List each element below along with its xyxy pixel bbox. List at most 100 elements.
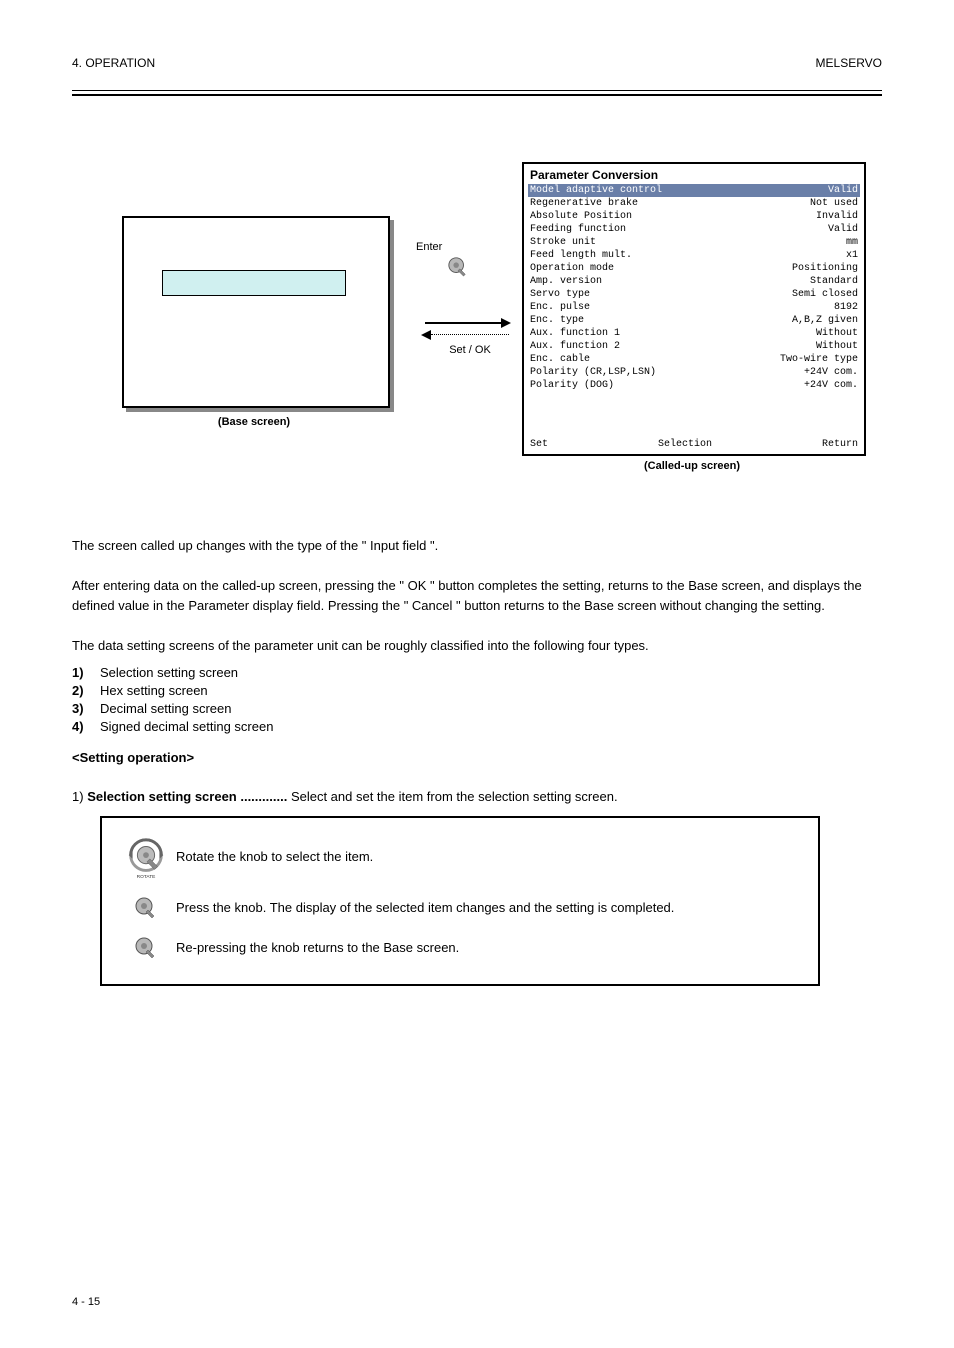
footer-set: Set <box>530 439 548 450</box>
step-rest: Select and set the item from the selecti… <box>291 789 618 804</box>
bullet-item: 1)Selection setting screen <box>72 665 882 680</box>
header-right: MELSERVO <box>816 56 882 70</box>
bullet-item: 2)Hex setting screen <box>72 683 882 698</box>
bullet-label: 1) <box>72 665 100 680</box>
para-1: The screen called up changes with the ty… <box>72 536 882 556</box>
row-name: Enc. cable <box>530 354 590 365</box>
bullet-item: 4)Signed decimal setting screen <box>72 719 882 734</box>
row-value: 8192 <box>834 302 858 313</box>
page: 4. OPERATION MELSERVO (Base screen) Ente… <box>0 0 954 1348</box>
called-screen-row: Stroke unit mm <box>524 236 864 249</box>
row-name: Polarity (CR,LSP,LSN) <box>530 367 656 378</box>
procedure-row-3: Re-pressing the knob returns to the Base… <box>116 936 804 960</box>
called-screen-row: Amp. version Standard <box>524 275 864 288</box>
bullet-text: Hex setting screen <box>100 683 208 698</box>
row-name: Enc. pulse <box>530 302 590 313</box>
header-rule <box>72 90 882 96</box>
knob-press-icon <box>447 256 469 278</box>
svg-text:ROTATE: ROTATE <box>137 874 156 880</box>
row-value: +24V com. <box>804 380 858 391</box>
row-value: Not used <box>810 198 858 209</box>
arrow-left-icon <box>431 334 509 335</box>
base-screen-box <box>122 216 390 408</box>
called-screen-row: Polarity (DOG) +24V com. <box>524 379 864 392</box>
bullet-label: 4) <box>72 719 100 734</box>
row-value: Two-wire type <box>780 354 858 365</box>
row-value: Invalid <box>816 211 858 222</box>
called-screen-row: Model adaptive control Valid <box>528 184 860 197</box>
bullet-list: 1)Selection setting screen2)Hex setting … <box>72 665 882 734</box>
procedure-row-1: ROTATE Rotate the knob to select the ite… <box>116 834 804 880</box>
footer-return: Return <box>822 439 858 450</box>
row-value: +24V com. <box>804 367 858 378</box>
row-name: Polarity (DOG) <box>530 380 614 391</box>
row-name: Amp. version <box>530 276 602 287</box>
bullet-text: Decimal setting screen <box>100 701 232 716</box>
procedure-text-1: Rotate the knob to select the item. <box>176 849 804 864</box>
called-screen-box: Parameter Conversion Model adaptive cont… <box>522 162 866 456</box>
called-screen-row: Feed length mult. x1 <box>524 249 864 262</box>
page-number: 4 - 15 <box>72 1296 100 1308</box>
row-name: Stroke unit <box>530 237 596 248</box>
row-name: Absolute Position <box>530 211 632 222</box>
row-name: Aux. function 2 <box>530 341 620 352</box>
para-2: After entering data on the called-up scr… <box>72 576 882 616</box>
knob-press-icon <box>116 936 176 960</box>
procedure-box: ROTATE Rotate the knob to select the ite… <box>100 816 820 986</box>
called-screen-row: Regenerative brakeNot used <box>524 197 864 210</box>
row-name: Feed length mult. <box>530 250 632 261</box>
bullet-text: Signed decimal setting screen <box>100 719 273 734</box>
row-name: Aux. function 1 <box>530 328 620 339</box>
page-footer: 4 - 15 <box>72 1296 882 1308</box>
called-screen-row: Operation mode Positioning <box>524 262 864 275</box>
footer-selection: Selection <box>658 439 712 450</box>
called-screen-row: Absolute Position Invalid <box>524 210 864 223</box>
step-bold: Selection setting screen ............. <box>87 789 287 804</box>
row-name: Model adaptive control <box>530 185 662 196</box>
row-value: Valid <box>828 224 858 235</box>
procedure-text-2: Press the knob. The display of the selec… <box>176 900 804 915</box>
row-value: mm <box>846 237 858 248</box>
called-screen-row: Enc. type A,B,Z given <box>524 314 864 327</box>
row-value: Semi closed <box>792 289 858 300</box>
knob-rotate-icon: ROTATE <box>116 834 176 880</box>
step-1: 1) Selection setting screen ............… <box>72 789 882 804</box>
section-label: <Setting operation> <box>72 750 882 765</box>
called-screen-row: Enc. cable Two-wire type <box>524 353 864 366</box>
called-screen-row: Polarity (CR,LSP,LSN) +24V com. <box>524 366 864 379</box>
row-value: x1 <box>846 250 858 261</box>
set-ok-label: Set / OK <box>425 344 515 356</box>
called-screen-row: Enc. pulse 8192 <box>524 301 864 314</box>
bullet-label: 3) <box>72 701 100 716</box>
row-name: Feeding function <box>530 224 626 235</box>
called-screen-title: Parameter Conversion <box>524 164 864 184</box>
procedure-row-2: Press the knob. The display of the selec… <box>116 896 804 920</box>
called-screen-row: Aux. function 1 Without <box>524 327 864 340</box>
called-screen-row: Aux. function 2 Without <box>524 340 864 353</box>
called-screen-row: Servo type Semi closed <box>524 288 864 301</box>
input-field-bar <box>162 270 346 296</box>
procedure-text-3: Re-pressing the knob returns to the Base… <box>176 940 804 955</box>
bullet-label: 2) <box>72 683 100 698</box>
knob-press-icon <box>116 896 176 920</box>
figure-row: (Base screen) Enter Set / OK Parameter C… <box>72 156 882 476</box>
arrow-right-icon <box>425 322 509 324</box>
base-screen-caption: (Base screen) <box>122 416 386 428</box>
header-left: 4. OPERATION <box>72 56 155 70</box>
row-value: A,B,Z given <box>792 315 858 326</box>
bullet-text: Selection setting screen <box>100 665 238 680</box>
body-text: The screen called up changes with the ty… <box>72 536 882 657</box>
called-screen-row: Feeding function Valid <box>524 223 864 236</box>
row-value: Standard <box>810 276 858 287</box>
called-screen-caption: (Called-up screen) <box>522 460 862 472</box>
row-name: Servo type <box>530 289 590 300</box>
row-value: Valid <box>828 185 858 196</box>
step-number: 1) <box>72 789 84 804</box>
called-screen-footer: Set Selection Return <box>530 439 858 450</box>
row-value: Without <box>816 341 858 352</box>
row-name: Operation mode <box>530 263 614 274</box>
row-value: Without <box>816 328 858 339</box>
row-name: Enc. type <box>530 315 584 326</box>
bullet-item: 3)Decimal setting screen <box>72 701 882 716</box>
row-value: Positioning <box>792 263 858 274</box>
